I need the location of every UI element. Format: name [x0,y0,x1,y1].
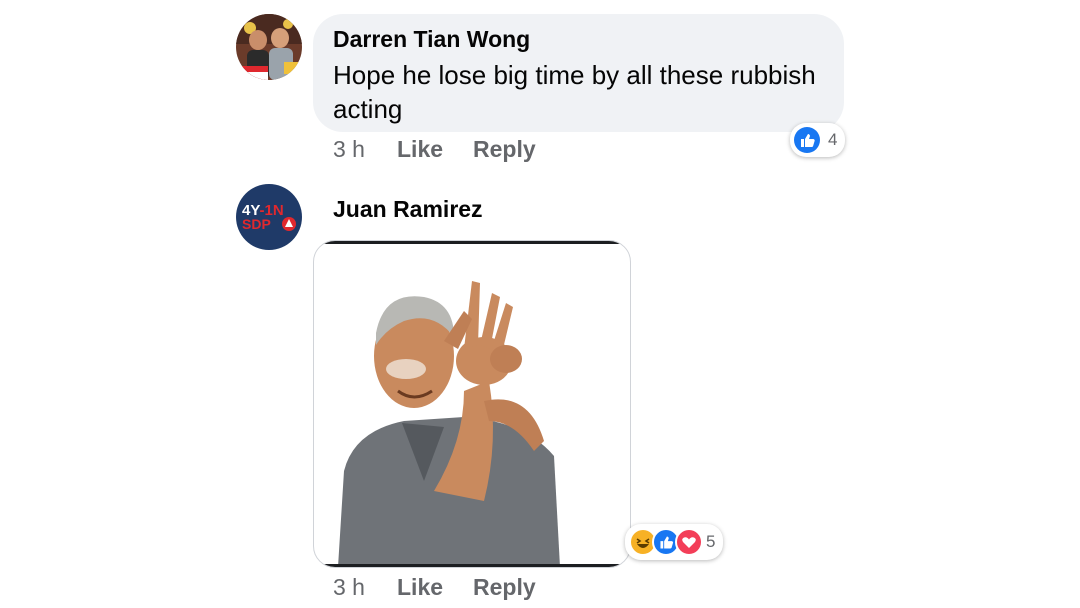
reply-button[interactable]: Reply [473,136,536,163]
like-icon [794,127,820,153]
love-icon [675,528,703,556]
reaction-count: 5 [706,532,716,551]
comment-author[interactable]: Juan Ramirez [333,196,483,223]
avatar-darren-tian-wong[interactable] [236,14,302,80]
comment-timestamp[interactable]: 3 h [333,136,397,163]
avatar-juan-ramirez[interactable]: 4Y-1N SDP [236,184,302,250]
reaction-summary[interactable]: 5 [625,524,724,560]
comment-attached-photo[interactable] [313,240,631,568]
photo-bottom-border [314,564,630,567]
comment-timestamp[interactable]: 3 h [333,574,397,601]
like-button[interactable]: Like [397,136,473,163]
reaction-count: 4 [828,130,838,149]
reaction-summary[interactable]: 4 [790,123,846,157]
comment-actions: 3 h Like Reply [333,574,536,601]
sdp-logo-avatar: 4Y-1N SDP [236,184,302,250]
like-button[interactable]: Like [397,574,473,601]
comment-text: Hope he lose big time by all these rubbi… [333,60,816,124]
elderly-man-gesture-image [338,281,560,567]
comment-author[interactable]: Darren Tian Wong [333,26,530,53]
comment-actions: 3 h Like Reply [333,136,536,163]
reply-button[interactable]: Reply [473,574,536,601]
photo-top-border [314,241,630,244]
svg-text:SDP: SDP [242,216,271,232]
avatar-photo [236,14,302,80]
